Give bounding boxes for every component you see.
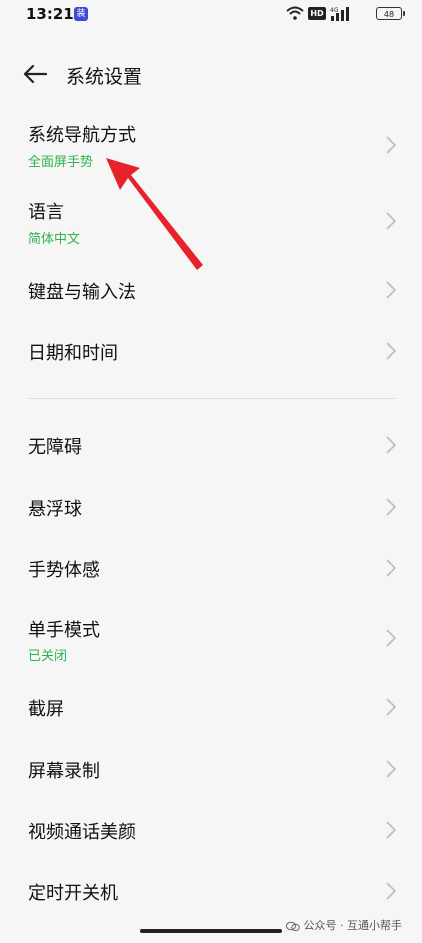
item-title: 定时开关机 xyxy=(28,883,118,904)
item-title: 单手模式 xyxy=(28,620,100,641)
chevron-right-icon xyxy=(386,629,397,647)
settings-item-floating-ball[interactable]: 悬浮球 xyxy=(0,487,422,531)
settings-item-screenshot[interactable]: 截屏 xyxy=(0,687,422,731)
chevron-right-icon xyxy=(386,559,397,577)
watermark: 公众号 · 互通小帮手 xyxy=(285,917,403,933)
chevron-right-icon xyxy=(386,498,397,516)
battery-icon: 48 xyxy=(376,7,405,20)
item-title: 无障碍 xyxy=(28,437,82,458)
svg-text:4G: 4G xyxy=(330,7,339,14)
item-subtitle: 已关闭 xyxy=(28,649,68,664)
chevron-right-icon xyxy=(386,760,397,778)
item-title: 语言 xyxy=(28,202,64,223)
item-title: 屏幕录制 xyxy=(28,761,100,782)
item-title: 截屏 xyxy=(28,699,64,720)
settings-item-keyboard[interactable]: 键盘与输入法 xyxy=(0,270,422,314)
chevron-right-icon xyxy=(386,342,397,360)
app-notification-icon: 装 xyxy=(74,7,88,21)
settings-item-language[interactable]: 语言 简体中文 xyxy=(0,192,422,254)
item-title: 悬浮球 xyxy=(28,499,82,520)
watermark-text: 公众号 · 互通小帮手 xyxy=(303,919,403,932)
settings-item-screen-recording[interactable]: 屏幕录制 xyxy=(0,749,422,793)
chevron-right-icon xyxy=(386,882,397,900)
chevron-right-icon xyxy=(386,136,397,154)
chevron-right-icon xyxy=(386,281,397,299)
item-subtitle: 简体中文 xyxy=(28,232,81,247)
settings-item-video-call-beauty[interactable]: 视频通话美颜 xyxy=(0,810,422,854)
item-title: 手势体感 xyxy=(28,560,100,581)
back-arrow-icon[interactable] xyxy=(22,61,48,87)
settings-item-gestures[interactable]: 手势体感 xyxy=(0,548,422,592)
item-subtitle: 全面屏手势 xyxy=(28,155,94,170)
status-time: 13:21 xyxy=(26,5,74,23)
wechat-icon xyxy=(285,921,300,931)
settings-item-date-time[interactable]: 日期和时间 xyxy=(0,331,422,375)
page-title: 系统设置 xyxy=(66,66,143,88)
settings-item-scheduled-power[interactable]: 定时开关机 xyxy=(0,871,422,915)
header: 系统设置 xyxy=(0,55,422,95)
chevron-right-icon xyxy=(386,821,397,839)
item-title: 视频通话美颜 xyxy=(28,822,136,843)
settings-item-one-hand-mode[interactable]: 单手模式 已关闭 xyxy=(0,610,422,672)
settings-item-accessibility[interactable]: 无障碍 xyxy=(0,425,422,469)
chevron-right-icon xyxy=(386,436,397,454)
wifi-icon xyxy=(286,6,304,20)
chevron-right-icon xyxy=(386,212,397,230)
settings-item-navigation[interactable]: 系统导航方式 全面屏手势 xyxy=(0,115,422,177)
status-bar: 13:21 装 HD 4G 48 xyxy=(0,0,422,30)
home-indicator[interactable] xyxy=(140,929,282,933)
status-indicators: HD 4G 48 xyxy=(262,6,405,22)
signal-icon: 4G xyxy=(330,7,349,21)
section-divider xyxy=(28,398,396,399)
item-title: 键盘与输入法 xyxy=(28,282,136,303)
hd-badge: HD xyxy=(308,7,326,20)
item-title: 日期和时间 xyxy=(28,343,118,364)
item-title: 系统导航方式 xyxy=(28,125,136,146)
chevron-right-icon xyxy=(386,698,397,716)
